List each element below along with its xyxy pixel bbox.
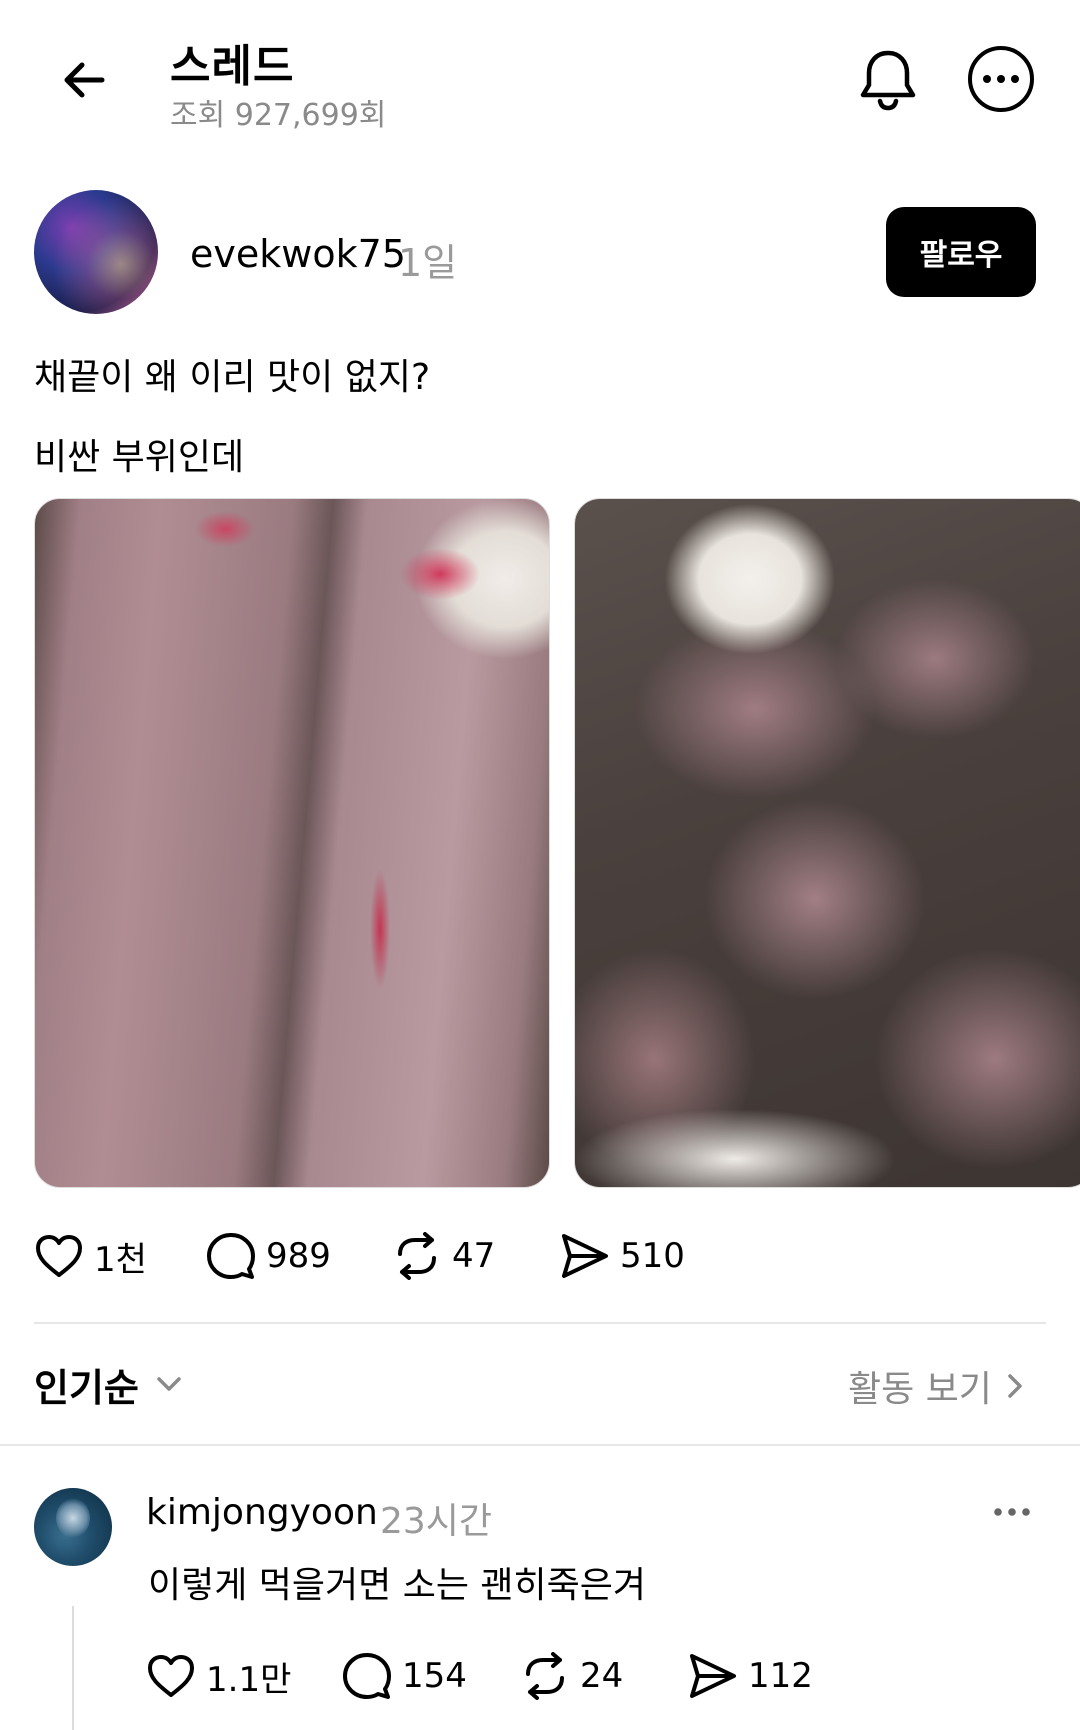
sort-label: 인기순 (34, 1365, 139, 1410)
comment-text: 이렇게 먹을거면 소는 괜히죽은겨 (148, 1565, 647, 1606)
divider (0, 1444, 1080, 1446)
commenter-avatar[interactable] (34, 1488, 112, 1566)
more-options-button[interactable] (968, 46, 1034, 112)
post-text-line: 비싼 부위인데 (34, 437, 245, 478)
comment-repost-count: 24 (580, 1656, 624, 1696)
view-activity-link[interactable]: 활동 보기 (848, 1360, 1030, 1412)
like-count: 1천 (94, 1239, 147, 1280)
back-button[interactable] (52, 48, 116, 112)
comment-reply-count: 154 (402, 1656, 467, 1696)
repost-icon (526, 1652, 564, 1700)
chevron-down-icon (157, 1377, 181, 1391)
comment-like-button[interactable]: 1.1만 (146, 1648, 291, 1704)
post-time: 1일 (398, 241, 458, 285)
view-count: 조회 927,699회 (170, 98, 387, 133)
heart-icon (148, 1655, 194, 1697)
more-dots-icon (994, 1508, 1030, 1516)
like-button[interactable]: 1천 (34, 1228, 147, 1284)
share-count: 510 (620, 1236, 685, 1276)
comment-bubble-icon (343, 1653, 391, 1699)
comment-share-count: 112 (748, 1656, 813, 1696)
comment-reply-button[interactable]: 154 (342, 1648, 467, 1704)
commenter-username[interactable]: kimjongyoon (146, 1492, 378, 1533)
comment-count: 989 (266, 1236, 331, 1276)
comment-bubble-icon (207, 1233, 255, 1279)
chevron-right-icon (1008, 1374, 1022, 1398)
repost-button[interactable]: 47 (392, 1228, 495, 1284)
arrow-left-icon (64, 62, 105, 98)
post-image[interactable] (574, 498, 1080, 1188)
thread-line (72, 1606, 74, 1730)
share-button[interactable]: 510 (560, 1228, 685, 1284)
page-title: 스레드 (170, 41, 295, 92)
heart-icon (36, 1235, 82, 1277)
author-avatar[interactable] (34, 190, 158, 314)
comment-repost-button[interactable]: 24 (520, 1648, 623, 1704)
divider (34, 1322, 1046, 1324)
post-text-line: 채끝이 왜 이리 맛이 없지? (34, 357, 431, 398)
more-dots-icon (983, 75, 1019, 83)
author-username[interactable]: evekwok75 (190, 232, 406, 276)
send-icon (690, 1654, 736, 1698)
repost-count: 47 (452, 1236, 496, 1276)
comment-time: 23시간 (380, 1501, 493, 1542)
activity-label: 활동 보기 (848, 1369, 992, 1410)
notification-button[interactable] (852, 44, 924, 116)
comment-button[interactable]: 989 (206, 1228, 331, 1284)
post-image[interactable] (34, 498, 550, 1188)
repost-icon (398, 1232, 436, 1280)
comment-like-count: 1.1만 (206, 1659, 292, 1700)
comment-share-button[interactable]: 112 (688, 1648, 813, 1704)
sort-dropdown[interactable]: 인기순 (34, 1358, 187, 1410)
follow-button[interactable]: 팔로우 (886, 207, 1036, 297)
send-icon (562, 1234, 608, 1278)
comment-more-button[interactable] (986, 1492, 1038, 1532)
bell-icon (860, 50, 916, 111)
